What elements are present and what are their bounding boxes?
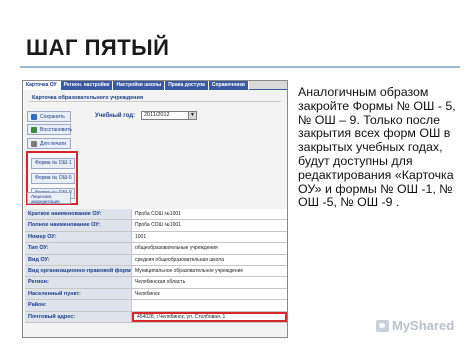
tab-card[interactable]: Карточка ОУ: [23, 81, 61, 90]
card-fields-table: Краткое наименование ОУ: Проба СОШ №1001…: [25, 209, 287, 323]
field-label: Регион:: [25, 277, 132, 288]
table-row: Почтовый адрес: 454028, г.Челябинск, ул.…: [25, 311, 287, 323]
slide-title: ШАГ ПЯТЫЙ: [26, 35, 170, 60]
table-row: Номер ОУ: 1001: [25, 231, 287, 244]
table-row: Регион: Челябинская область: [25, 277, 287, 289]
watermark: MyShared: [376, 318, 454, 333]
restore-label: Восстановить: [40, 126, 73, 133]
field-label: Полное наименование ОУ:: [25, 220, 132, 231]
field-label: Номер ОУ:: [25, 231, 132, 243]
field-label: Вид организационно-правовой формы ОУ:: [25, 265, 132, 277]
year-value: 2011/2012: [144, 112, 170, 118]
field-value[interactable]: [132, 300, 287, 311]
field-label: Населенный пункт:: [25, 288, 132, 300]
field-label: Вид ОУ:: [25, 254, 132, 265]
watermark-text: MyShared: [392, 318, 455, 333]
save-label: Сохранить: [40, 113, 65, 120]
table-row: Вид организационно-правовой формы ОУ: Му…: [25, 265, 287, 278]
form-osh-1-button[interactable]: Форма № ОШ-1: [31, 158, 75, 169]
table-row: Населенный пункт: Челябинск: [25, 288, 287, 301]
title-divider: [20, 66, 460, 68]
restore-icon: [31, 126, 37, 133]
field-value[interactable]: Проба СОШ №1001: [132, 209, 287, 220]
field-value[interactable]: 1001: [132, 231, 287, 243]
field-label: Тип ОУ:: [25, 243, 132, 254]
field-label: Краткое наименование ОУ:: [25, 209, 132, 220]
table-row: Полное наименование ОУ: Проба СОШ №1001: [25, 220, 287, 232]
card-title: Карточка образовательного учреждения: [29, 94, 281, 102]
save-button[interactable]: Сохранить: [27, 111, 71, 122]
field-label: Район:: [25, 300, 132, 311]
year-label: Учебный год:: [95, 113, 136, 119]
tab-bar: Карточка ОУ Регион. настройки Настройки …: [23, 81, 287, 90]
tab-region-settings[interactable]: Регион. настройки: [60, 81, 114, 90]
tab-access-rights[interactable]: Права доступа: [165, 81, 209, 90]
save-icon: [31, 113, 37, 120]
print-button[interactable]: Для печати: [27, 138, 71, 149]
tab-directories[interactable]: Справочники: [208, 81, 249, 90]
table-row: Район:: [25, 300, 287, 312]
field-label: Почтовый адрес:: [25, 311, 132, 322]
table-row: Тип ОУ: общеобразовательные учреждения: [25, 243, 287, 255]
table-row: Краткое наименование ОУ: Проба СОШ №1001: [25, 209, 287, 221]
license-button[interactable]: Лицензия, аккредитация: [27, 192, 71, 204]
chevron-down-icon[interactable]: ▼: [188, 112, 196, 119]
app-screenshot: Карточка ОУ Регион. настройки Настройки …: [22, 80, 288, 338]
field-value[interactable]: общеобразовательные учреждения: [132, 243, 287, 254]
print-label: Для печати: [40, 140, 67, 147]
form-osh-5-button[interactable]: Форма № ОШ-5: [31, 173, 75, 184]
myshared-logo-icon: [376, 319, 389, 332]
printer-icon: [31, 140, 37, 147]
field-value[interactable]: Проба СОШ №1001: [132, 220, 287, 231]
field-value[interactable]: Челябинская область: [132, 277, 287, 288]
restore-button[interactable]: Восстановить: [27, 124, 73, 135]
postal-address-field[interactable]: 454028, г.Челябинск, ул. Столбовая, 1: [132, 311, 287, 322]
field-value[interactable]: средняя общеобразовательная школа: [132, 254, 287, 265]
field-value[interactable]: Челябинск: [132, 288, 287, 300]
year-select[interactable]: 2011/2012 ▼: [141, 111, 197, 120]
table-row: Вид ОУ: средняя общеобразовательная школ…: [25, 254, 287, 266]
field-value[interactable]: Муниципальное образовательное учреждение: [132, 265, 287, 277]
tab-school-settings[interactable]: Настройки школы: [113, 81, 166, 90]
slide-body-text: Аналогичным образом закройте Формы № ОШ …: [298, 85, 456, 210]
